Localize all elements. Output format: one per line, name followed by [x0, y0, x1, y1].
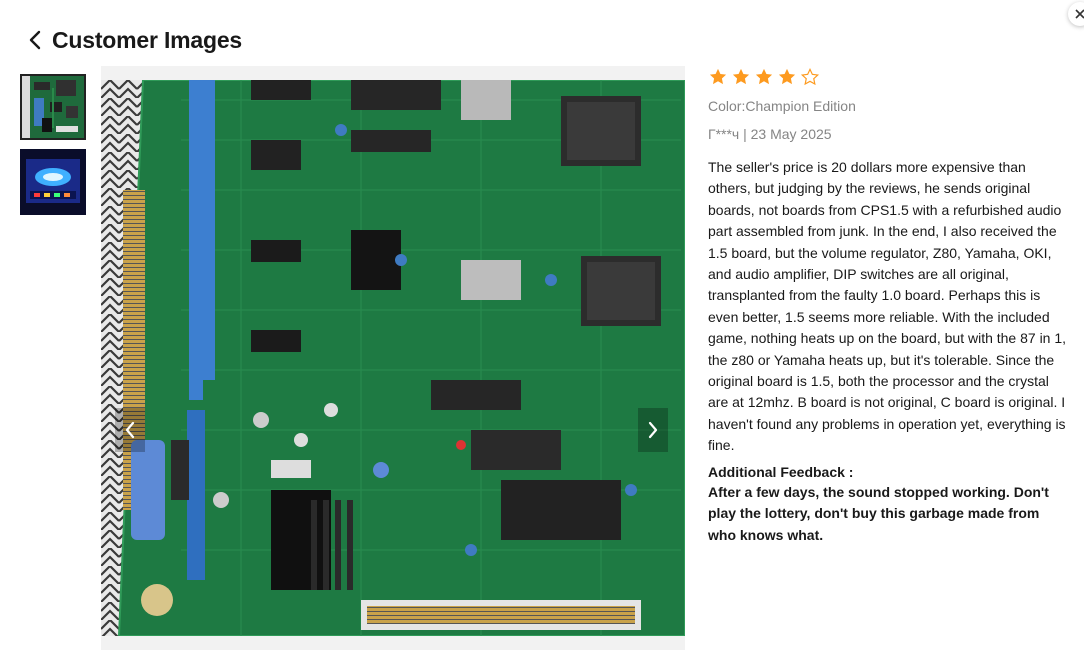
star-icon	[755, 68, 773, 85]
chevron-left-icon	[125, 421, 135, 439]
additional-feedback-label: Additional Feedback :	[708, 463, 854, 480]
next-image-button[interactable]	[638, 408, 668, 452]
review-text: The seller's price is 20 dollars more ex…	[708, 159, 1067, 454]
reviewer-date: Г***ч | 23 May 2025	[708, 126, 832, 142]
star-icon	[709, 68, 727, 85]
star-icon	[732, 68, 750, 85]
page-title: Customer Images	[52, 26, 243, 53]
star-rating	[708, 66, 1068, 88]
chevron-right-icon	[648, 421, 658, 439]
thumbnail-board[interactable]	[20, 74, 86, 140]
thumbnail-list	[20, 74, 86, 224]
thumbnail-screen[interactable]	[20, 149, 86, 215]
image-viewer	[101, 66, 685, 650]
star-empty-icon	[800, 67, 820, 86]
close-button[interactable]	[1068, 2, 1084, 26]
additional-feedback-text: After a few days, the sound stopped work…	[708, 483, 1049, 543]
close-icon	[1075, 9, 1084, 19]
color-variant: Color:Champion Edition	[708, 98, 856, 114]
chevron-left-icon	[29, 30, 41, 50]
review-photo[interactable]	[101, 80, 685, 636]
review-panel: Color:Champion Edition Г***ч | 23 May 20…	[708, 66, 1068, 546]
previous-image-button[interactable]	[115, 408, 145, 452]
page-header: Customer Images	[24, 24, 242, 56]
star-icon	[778, 68, 796, 85]
back-button[interactable]	[24, 26, 46, 54]
